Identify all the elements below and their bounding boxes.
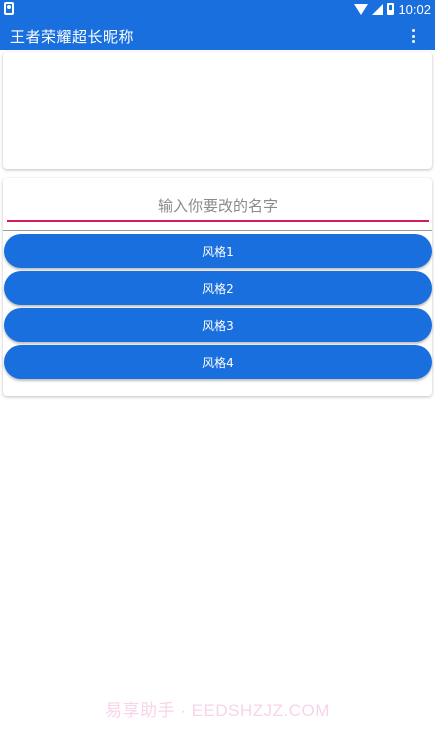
page-title: 王者荣耀超长昵称 [10, 28, 135, 46]
style-1-button[interactable]: 风格1 [4, 234, 432, 268]
status-icons: 10:02 [354, 0, 431, 20]
status-time: 10:02 [398, 1, 431, 17]
more-vert-icon[interactable] [411, 29, 415, 43]
input-card: 风格1 风格2 风格3 风格4 [3, 178, 432, 396]
battery-icon [387, 3, 395, 15]
divider [3, 230, 432, 231]
sim-card-icon [4, 2, 14, 15]
style-3-button[interactable]: 风格3 [4, 308, 432, 342]
result-card [3, 52, 432, 169]
app-bar: 王者荣耀超长昵称 [0, 20, 435, 50]
watermark: 易享助手 · EEDSHZJZ.COM [105, 701, 330, 720]
status-bar: 10:02 [0, 0, 435, 20]
signal-icon [372, 3, 384, 15]
name-input[interactable] [7, 192, 429, 222]
style-2-button[interactable]: 风格2 [4, 271, 432, 305]
wifi-icon [354, 3, 369, 15]
style-4-button[interactable]: 风格4 [4, 345, 432, 379]
